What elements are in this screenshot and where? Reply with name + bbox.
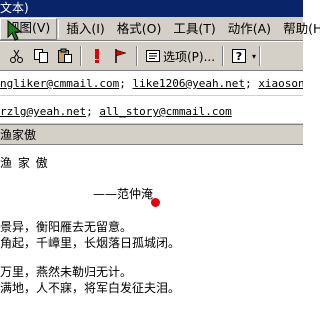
toolbar-separator xyxy=(136,46,138,66)
cc-address[interactable]: all_story@cmmail.com xyxy=(99,105,231,118)
subject-text: 渔家傲 xyxy=(0,128,37,142)
subject-field[interactable]: 渔家傲 xyxy=(0,124,303,144)
question-icon: ? xyxy=(232,49,247,63)
menu-insert[interactable]: 插入(I) xyxy=(60,19,110,39)
copy-button[interactable] xyxy=(30,45,52,67)
svg-text:?: ? xyxy=(236,50,242,63)
menu-separator xyxy=(58,19,60,38)
importance-icon xyxy=(95,49,99,63)
mouse-cursor-icon xyxy=(7,20,23,41)
flag-icon xyxy=(115,49,127,63)
options-label: 选项(P)... xyxy=(163,49,216,64)
chevron-down-icon[interactable]: ▾ xyxy=(252,52,256,61)
paste-icon xyxy=(58,48,72,63)
options-icon xyxy=(146,50,160,62)
menu-actions[interactable]: 动作(A) xyxy=(222,19,277,39)
recipient-address[interactable]: like1206@yeah.net xyxy=(132,77,245,90)
menu-tools[interactable]: 工具(T) xyxy=(167,19,221,39)
window-title: 文本) xyxy=(0,1,29,15)
red-marker-dot xyxy=(151,198,160,207)
flag-button[interactable] xyxy=(110,45,132,67)
paste-button[interactable] xyxy=(54,45,76,67)
cut-button[interactable] xyxy=(6,45,28,67)
poem-line: 景异，衡阳雁去无留意。 xyxy=(0,220,133,234)
copy-icon xyxy=(34,49,48,63)
poem-title: 渔 家 傲 xyxy=(0,156,49,170)
toolbar-separator xyxy=(80,46,82,66)
toolbar-separator xyxy=(222,46,225,66)
importance-button[interactable] xyxy=(86,45,108,67)
poem-line: 万里，燕然未勒归无计。 xyxy=(0,265,133,279)
cc-address[interactable]: rzlg@yeah.net xyxy=(0,105,86,118)
poem-author: ——范仲淹 xyxy=(93,187,154,201)
poem-line: 角起，千嶂里，长烟落日孤城闭。 xyxy=(0,236,181,250)
recipient-address[interactable]: xiaosong@188.n xyxy=(258,77,303,90)
toolbar: 选项(P)... ? ▾ xyxy=(0,41,303,71)
recipient-address[interactable]: ngliker@cmmail.com xyxy=(0,77,119,90)
cc-field[interactable]: rzlg@yeah.net ; all_story@cmmail.com xyxy=(0,100,303,124)
menu-format[interactable]: 格式(O) xyxy=(111,19,168,39)
message-body[interactable]: 渔 家 傲 ——范仲淹 景异，衡阳雁去无留意。 角起，千嶂里，长烟落日孤城闭。 … xyxy=(0,144,303,323)
to-field[interactable]: ngliker@cmmail.com ; like1206@yeah.net ;… xyxy=(0,72,303,96)
title-bar: 文本) xyxy=(0,0,303,17)
menu-help[interactable]: 帮助(H) xyxy=(277,19,320,39)
options-button[interactable]: 选项(P)... xyxy=(142,45,218,67)
poem-line: 满地，人不寐，将军白发征夫泪。 xyxy=(0,281,181,295)
toolbar-separator xyxy=(259,46,262,66)
cut-icon xyxy=(10,49,23,63)
help-button[interactable]: ? xyxy=(228,45,250,67)
menu-bar: 视图(V) 插入(I) 格式(O) 工具(T) 动作(A) 帮助(H) xyxy=(0,17,320,41)
